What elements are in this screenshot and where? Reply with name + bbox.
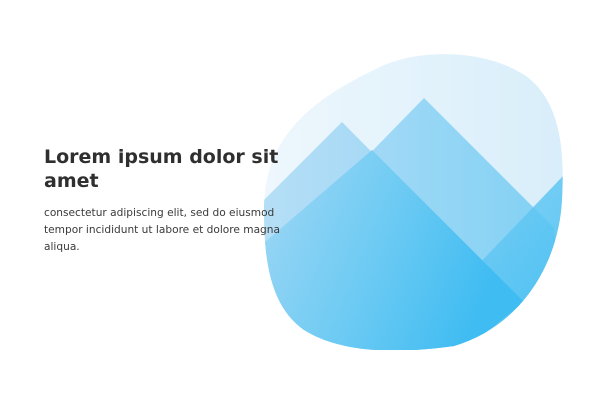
body-copy: consectetur adipiscing elit, sed do eius… (44, 207, 280, 253)
headline: Lorem ipsum dolor sit amet (44, 146, 279, 192)
mountains-illustration (264, 50, 564, 350)
hero-text: Lorem ipsum dolor sit amet consectetur a… (44, 145, 294, 256)
page: Lorem ipsum dolor sit amet consectetur a… (0, 0, 600, 400)
